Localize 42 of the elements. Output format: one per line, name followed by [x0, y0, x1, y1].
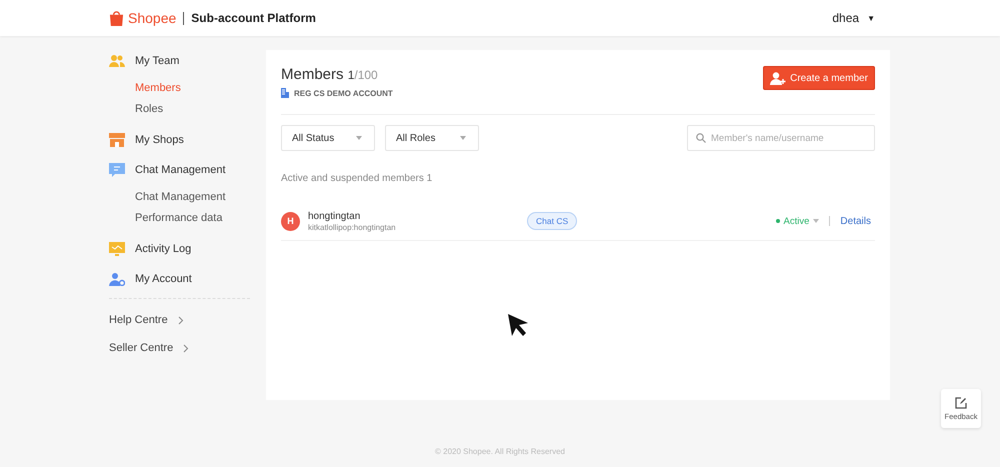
create-member-button[interactable]: Create a member	[763, 66, 875, 90]
caret-icon[interactable]: ▼	[867, 14, 875, 22]
account-name: REG CS DEMO ACCOUNT	[294, 88, 393, 98]
user-settings-icon	[109, 272, 125, 286]
people-icon	[109, 54, 125, 68]
monitor-icon	[109, 242, 125, 256]
sidebar-item[interactable]: My Account	[109, 268, 250, 290]
shopping-bag-icon	[109, 10, 124, 26]
page-title: Members 1/100	[281, 66, 379, 83]
copyright-text: © 2020 Shopee. All Rights Reserved	[434, 447, 566, 456]
sidebar-subitem[interactable]: Performance data	[109, 208, 250, 229]
add-user-icon	[770, 72, 786, 84]
sidebar-item[interactable]: Chat Management	[109, 159, 250, 181]
avatar: H	[281, 212, 300, 230]
filter-dropdown[interactable]: All Status	[281, 125, 375, 151]
member-username: kitkatlollipop:hongtingtan	[308, 222, 396, 232]
shop-icon	[109, 133, 125, 147]
member-count-text: Active and suspended members 1	[281, 173, 434, 184]
sidebar-subitem[interactable]: Roles	[109, 99, 250, 120]
edit-icon	[955, 396, 967, 408]
sidebar-link[interactable]: Seller Centre	[109, 341, 250, 355]
sidebar-link[interactable]: Help Centre	[109, 313, 250, 327]
caret-icon	[460, 136, 466, 140]
sidebar-subitem[interactable]: Chat Management	[109, 187, 250, 208]
building-icon	[281, 88, 289, 98]
search-icon	[696, 133, 706, 143]
chat-icon	[109, 163, 125, 177]
brand-name: Shopee	[128, 10, 176, 26]
search-field[interactable]: Member's name/username	[687, 125, 875, 151]
platform-title: Sub-account Platform	[191, 11, 316, 25]
chevron-right-icon	[178, 316, 184, 324]
member-name: hongtingtan	[308, 210, 362, 222]
caret-icon	[356, 136, 362, 140]
sidebar-item[interactable]: Activity Log	[109, 238, 250, 260]
role-tag: Chat CS	[527, 212, 578, 230]
sidebar-item[interactable]: My Shops	[109, 129, 250, 151]
chevron-right-icon	[183, 344, 190, 352]
details-link[interactable]: Details	[840, 216, 871, 226]
caret-icon	[813, 219, 820, 223]
filter-dropdown[interactable]: All Roles	[385, 125, 479, 151]
user-name[interactable]: dhea	[832, 11, 860, 25]
sidebar-item[interactable]: My Team	[109, 50, 250, 72]
